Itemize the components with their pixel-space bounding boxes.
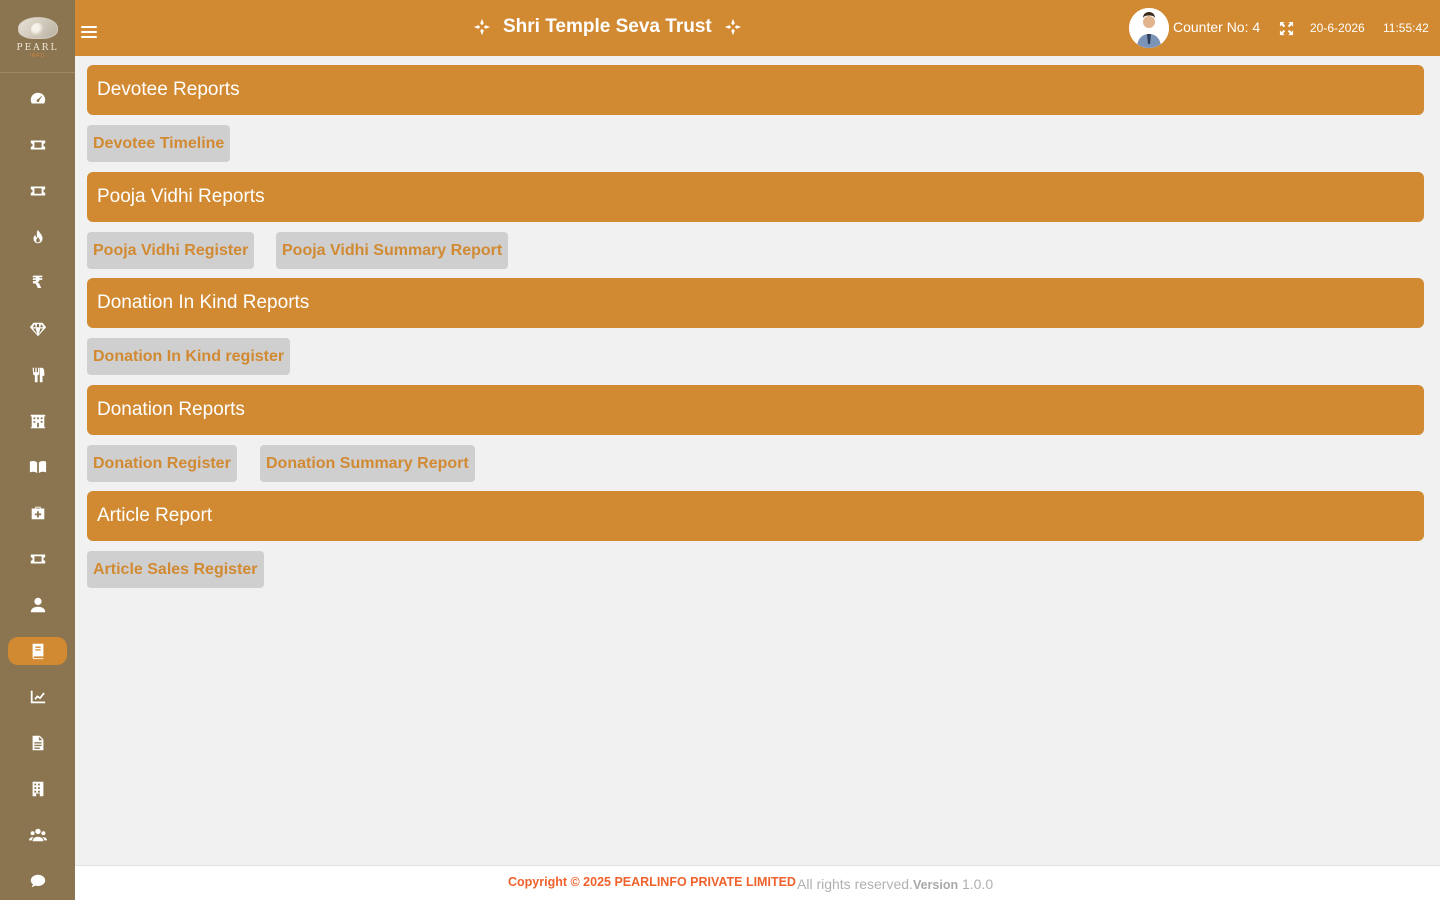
sidebar-item-chat[interactable] <box>8 867 67 895</box>
chart-line-icon <box>30 690 45 704</box>
donation-in-kind-register-button[interactable]: Donation In Kind register <box>87 338 291 375</box>
sidebar-item-book-open[interactable] <box>8 453 67 481</box>
pooja-vidhi-register-button[interactable]: Pooja Vidhi Register <box>87 232 255 269</box>
brand-logo[interactable]: PEARL INFO <box>0 0 75 73</box>
footer: Copyright © 2025 PEARLINFO PRIVATE LIMIT… <box>75 865 1440 900</box>
sidebar-item-building[interactable] <box>8 407 67 435</box>
top-header: Shri Temple Seva Trust Counter No: 4 20-… <box>75 0 1440 56</box>
counter-number: Counter No: 4 <box>1173 19 1261 35</box>
ticket-icon <box>30 140 45 150</box>
sidebar-item-utensils[interactable] <box>8 361 67 389</box>
section-devotee-reports: Devotee Reports <box>87 65 1424 115</box>
sidebar-item-tickets-2[interactable] <box>8 177 67 205</box>
rights-text: All rights reserved.Version 1.0.0 <box>797 876 993 892</box>
comment-icon <box>30 874 45 888</box>
donation-summary-button[interactable]: Donation Summary Report <box>260 445 475 482</box>
section-donation-reports: Donation Reports <box>87 385 1424 435</box>
article-sales-register-button[interactable]: Article Sales Register <box>87 551 264 588</box>
ticket-icon <box>30 554 45 564</box>
section-article-report: Article Report <box>87 491 1424 541</box>
donation-register-button[interactable]: Donation Register <box>87 445 237 482</box>
copyright-text: Copyright © 2025 PEARLINFO PRIVATE LIMIT… <box>508 875 796 889</box>
sidebar-item-tickets[interactable] <box>8 131 67 159</box>
app-title: Shri Temple Seva Trust <box>503 16 712 37</box>
title-area: Shri Temple Seva Trust <box>473 16 742 38</box>
sidebar-item-documents[interactable] <box>8 729 67 757</box>
sidebar-item-users[interactable] <box>8 821 67 849</box>
sidebar-item-office[interactable] <box>8 775 67 803</box>
fullscreen-icon[interactable] <box>1279 21 1294 36</box>
devotee-timeline-button[interactable]: Devotee Timeline <box>87 125 231 162</box>
logo-text: PEARL <box>16 43 59 53</box>
user-photo-icon <box>1129 8 1169 48</box>
version-number: 1.0.0 <box>962 876 994 892</box>
section-donation-in-kind-reports: Donation In Kind Reports <box>87 278 1424 328</box>
sidebar-item-gem[interactable] <box>8 315 67 343</box>
utensils-icon <box>32 367 44 383</box>
user-icon <box>30 597 45 613</box>
pearl-logo-icon <box>15 13 61 41</box>
sidebar: PEARL INFO ₹ <box>0 0 75 900</box>
fire-icon <box>33 229 42 244</box>
building-icon <box>30 414 45 429</box>
ornament-left-icon <box>473 18 491 36</box>
users-icon <box>28 828 47 842</box>
rupee-icon: ₹ <box>31 273 44 293</box>
pooja-vidhi-summary-button[interactable]: Pooja Vidhi Summary Report <box>276 232 509 269</box>
sidebar-item-fire[interactable] <box>8 223 67 251</box>
section-pooja-vidhi-reports: Pooja Vidhi Reports <box>87 172 1424 222</box>
menu-toggle-icon[interactable] <box>81 26 97 40</box>
ticket-icon <box>30 186 45 196</box>
sidebar-item-rupee[interactable]: ₹ <box>8 269 67 297</box>
sidebar-item-dashboard[interactable] <box>8 85 67 113</box>
sidebar-item-analytics[interactable] <box>8 683 67 711</box>
book-icon <box>32 643 43 660</box>
sidebar-item-user[interactable] <box>8 591 67 619</box>
sidebar-item-tickets-3[interactable] <box>8 545 67 573</box>
sidebar-item-reports[interactable] <box>8 637 67 665</box>
office-building-icon <box>32 781 43 797</box>
user-avatar[interactable] <box>1129 8 1169 48</box>
medkit-icon <box>31 506 44 520</box>
book-open-icon <box>29 461 46 474</box>
rights-reserved: All rights reserved. <box>797 876 913 892</box>
sidebar-item-medkit[interactable] <box>8 499 67 527</box>
file-icon <box>32 735 43 751</box>
dashboard-icon <box>30 92 45 104</box>
current-date: 20-6-2026 <box>1310 21 1365 35</box>
version-label: Version <box>912 878 959 892</box>
current-time: 11:55:42 <box>1383 21 1429 35</box>
logo-subtext: INFO <box>29 53 46 59</box>
gem-icon <box>29 322 46 337</box>
ornament-right-icon <box>724 18 741 36</box>
